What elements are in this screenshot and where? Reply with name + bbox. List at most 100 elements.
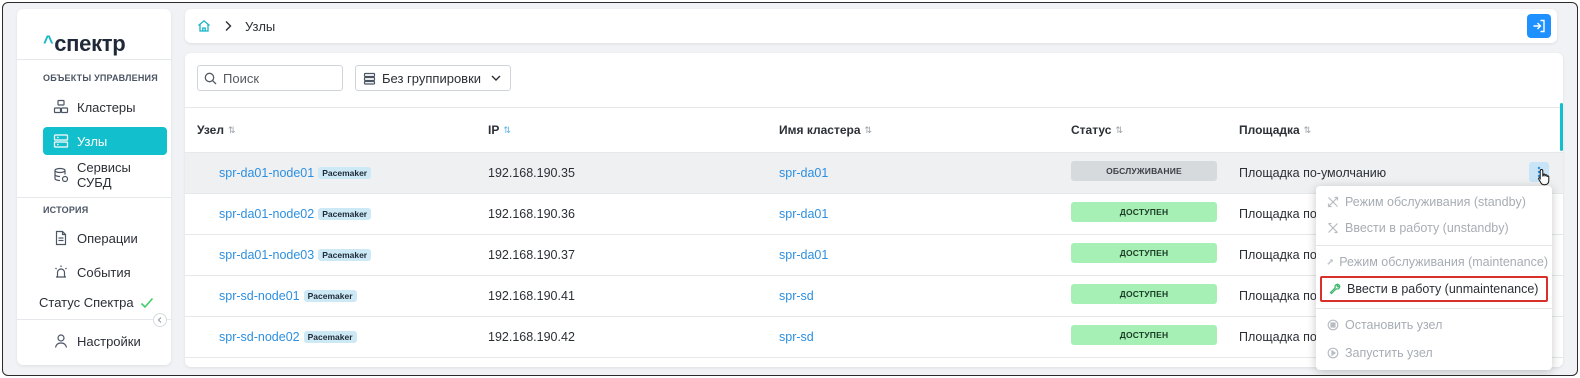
spectr-status: Статус Спектра bbox=[39, 295, 154, 310]
server-icon bbox=[53, 134, 69, 148]
cluster-link[interactable]: spr-da01 bbox=[779, 166, 828, 180]
menu-item-label: Ввести в работу (unstandby) bbox=[1345, 221, 1509, 235]
sort-icon[interactable]: ⇅ bbox=[865, 125, 873, 136]
logout-icon bbox=[1533, 19, 1545, 33]
sidebar-item-label: Узлы bbox=[77, 133, 108, 149]
sidebar-divider bbox=[17, 59, 171, 60]
logo[interactable]: ^спектр bbox=[43, 31, 126, 57]
node-link[interactable]: spr-da01-node02 bbox=[219, 207, 314, 221]
section-objects: Объекты управления bbox=[43, 73, 158, 83]
site-cell: Площадка по-умолчанию bbox=[1239, 166, 1387, 180]
cluster-link[interactable]: spr-da01 bbox=[779, 207, 828, 221]
sidebar-item-label: Кластеры bbox=[77, 99, 136, 115]
stop-icon bbox=[1327, 319, 1339, 331]
node-cell: spr-sd-node01 Pacemaker bbox=[219, 289, 357, 303]
logo-caret: ^ bbox=[43, 32, 54, 52]
node-link[interactable]: spr-da01-node01 bbox=[219, 166, 314, 180]
database-icon bbox=[54, 167, 69, 183]
menu-item-label: Ввести в работу (unmaintenance) bbox=[1347, 282, 1539, 296]
column-header-cluster[interactable]: Имя кластера ⇅ bbox=[779, 123, 872, 137]
sidebar-item-label: Сервисы СУБД bbox=[77, 160, 131, 190]
type-badge: Pacemaker bbox=[303, 290, 357, 302]
wrench-icon bbox=[1329, 283, 1341, 295]
menu-item-label: Остановить узел bbox=[1345, 318, 1443, 332]
menu-item-start-node[interactable]: Запустить узел bbox=[1320, 340, 1548, 366]
cross-arrows-icon bbox=[1328, 222, 1338, 234]
search-box[interactable] bbox=[197, 65, 343, 91]
chevron-left-icon bbox=[157, 317, 162, 323]
document-icon bbox=[55, 230, 67, 246]
menu-item-label: Режим обслуживания (maintenance) bbox=[1339, 255, 1548, 269]
cluster-link[interactable]: spr-da01 bbox=[779, 248, 828, 262]
sort-icon[interactable]: ⇅ bbox=[1304, 125, 1312, 136]
sidebar-item-dbms-services[interactable]: Сервисы СУБД bbox=[43, 160, 167, 190]
sort-icon[interactable]: ⇅ bbox=[228, 125, 236, 136]
column-label: Узел bbox=[197, 123, 224, 137]
status-badge: ДОСТУПЕН bbox=[1071, 325, 1217, 345]
hand-cursor-icon bbox=[1538, 168, 1550, 186]
sidebar-item-label: Операции bbox=[77, 230, 138, 246]
node-cell: spr-da01-node02 Pacemaker bbox=[219, 207, 372, 221]
sidebar-item-settings[interactable]: Настройки bbox=[43, 327, 167, 355]
sidebar-divider bbox=[17, 197, 171, 198]
cluster-link[interactable]: spr-sd bbox=[779, 289, 814, 303]
spectr-status-label: Статус Спектра bbox=[39, 295, 134, 310]
node-cell: spr-da01-node03 Pacemaker bbox=[219, 248, 372, 262]
node-cell: spr-sd-node02 Pacemaker bbox=[219, 330, 357, 344]
status-badge: ДОСТУПЕН bbox=[1071, 202, 1217, 222]
type-badge: Pacemaker bbox=[303, 331, 357, 343]
node-cell: spr-da01-node01 Pacemaker bbox=[219, 166, 372, 180]
logo-text: спектр bbox=[54, 31, 126, 56]
sidebar-item-events[interactable]: События bbox=[43, 258, 167, 286]
site-cell: Площадка по-у bbox=[1239, 289, 1328, 303]
sidebar-item-label: Настройки bbox=[77, 333, 141, 349]
type-badge: Pacemaker bbox=[318, 208, 372, 220]
site-cell: Площадка по-у bbox=[1239, 330, 1328, 344]
status-badge: ОБСЛУЖИВАНИЕ bbox=[1071, 161, 1217, 181]
menu-separator bbox=[1316, 245, 1552, 246]
column-header-node[interactable]: Узел ⇅ bbox=[197, 123, 236, 137]
menu-item-stop-node[interactable]: Остановить узел bbox=[1320, 312, 1548, 338]
node-link[interactable]: spr-da01-node03 bbox=[219, 248, 314, 262]
ip-cell: 192.168.190.35 bbox=[488, 166, 575, 180]
cluster-link[interactable]: spr-sd bbox=[779, 330, 814, 344]
status-badge: ДОСТУПЕН bbox=[1071, 243, 1217, 263]
column-header-ip[interactable]: IP ⇅ bbox=[488, 123, 511, 137]
column-label: IP bbox=[488, 123, 500, 137]
play-icon bbox=[1327, 347, 1339, 359]
menu-item-label: Режим обслуживания (standby) bbox=[1345, 195, 1526, 209]
node-link[interactable]: spr-sd-node02 bbox=[219, 330, 300, 344]
home-icon[interactable] bbox=[197, 19, 211, 33]
status-badge: ДОСТУПЕН bbox=[1071, 284, 1217, 304]
sidebar-divider bbox=[17, 319, 171, 320]
column-header-status[interactable]: Статус ⇅ bbox=[1071, 123, 1123, 137]
menu-item-standby[interactable]: Режим обслуживания (standby) bbox=[1320, 189, 1548, 215]
check-icon bbox=[140, 297, 153, 308]
scrollbar[interactable] bbox=[1560, 103, 1563, 151]
logout-button[interactable] bbox=[1527, 14, 1551, 38]
grouping-select[interactable]: Без группировки bbox=[355, 65, 511, 91]
section-history: История bbox=[43, 205, 89, 215]
search-input[interactable] bbox=[223, 70, 333, 86]
ip-cell: 192.168.190.37 bbox=[488, 248, 575, 262]
sidebar-collapse-button[interactable] bbox=[153, 313, 167, 327]
clusters-icon bbox=[53, 99, 69, 114]
ip-cell: 192.168.190.36 bbox=[488, 207, 575, 221]
app-window: ^спектр Объекты управления Кластеры Узлы… bbox=[2, 2, 1578, 376]
menu-item-maintenance[interactable]: Режим обслуживания (maintenance) bbox=[1320, 249, 1548, 275]
header-bar: Узлы bbox=[185, 9, 1557, 43]
row-actions-menu: Режим обслуживания (standby) Ввести в ра… bbox=[1316, 186, 1552, 370]
menu-item-unmaintenance[interactable]: Ввести в работу (unmaintenance) bbox=[1320, 276, 1548, 302]
node-link[interactable]: spr-sd-node01 bbox=[219, 289, 300, 303]
sidebar: ^спектр Объекты управления Кластеры Узлы… bbox=[17, 9, 171, 365]
sidebar-item-nodes[interactable]: Узлы bbox=[43, 127, 167, 155]
sort-icon[interactable]: ⇅ bbox=[1115, 125, 1123, 136]
sidebar-item-operations[interactable]: Операции bbox=[43, 224, 167, 252]
column-header-site[interactable]: Площадка ⇅ bbox=[1239, 123, 1311, 137]
menu-item-unstandby[interactable]: Ввести в работу (unstandby) bbox=[1320, 215, 1548, 241]
site-cell: Площадка по-у bbox=[1239, 248, 1328, 262]
ip-cell: 192.168.190.41 bbox=[488, 289, 575, 303]
column-label: Площадка bbox=[1239, 123, 1300, 137]
sort-icon[interactable]: ⇅ bbox=[503, 125, 511, 136]
sidebar-item-clusters[interactable]: Кластеры bbox=[43, 93, 167, 121]
